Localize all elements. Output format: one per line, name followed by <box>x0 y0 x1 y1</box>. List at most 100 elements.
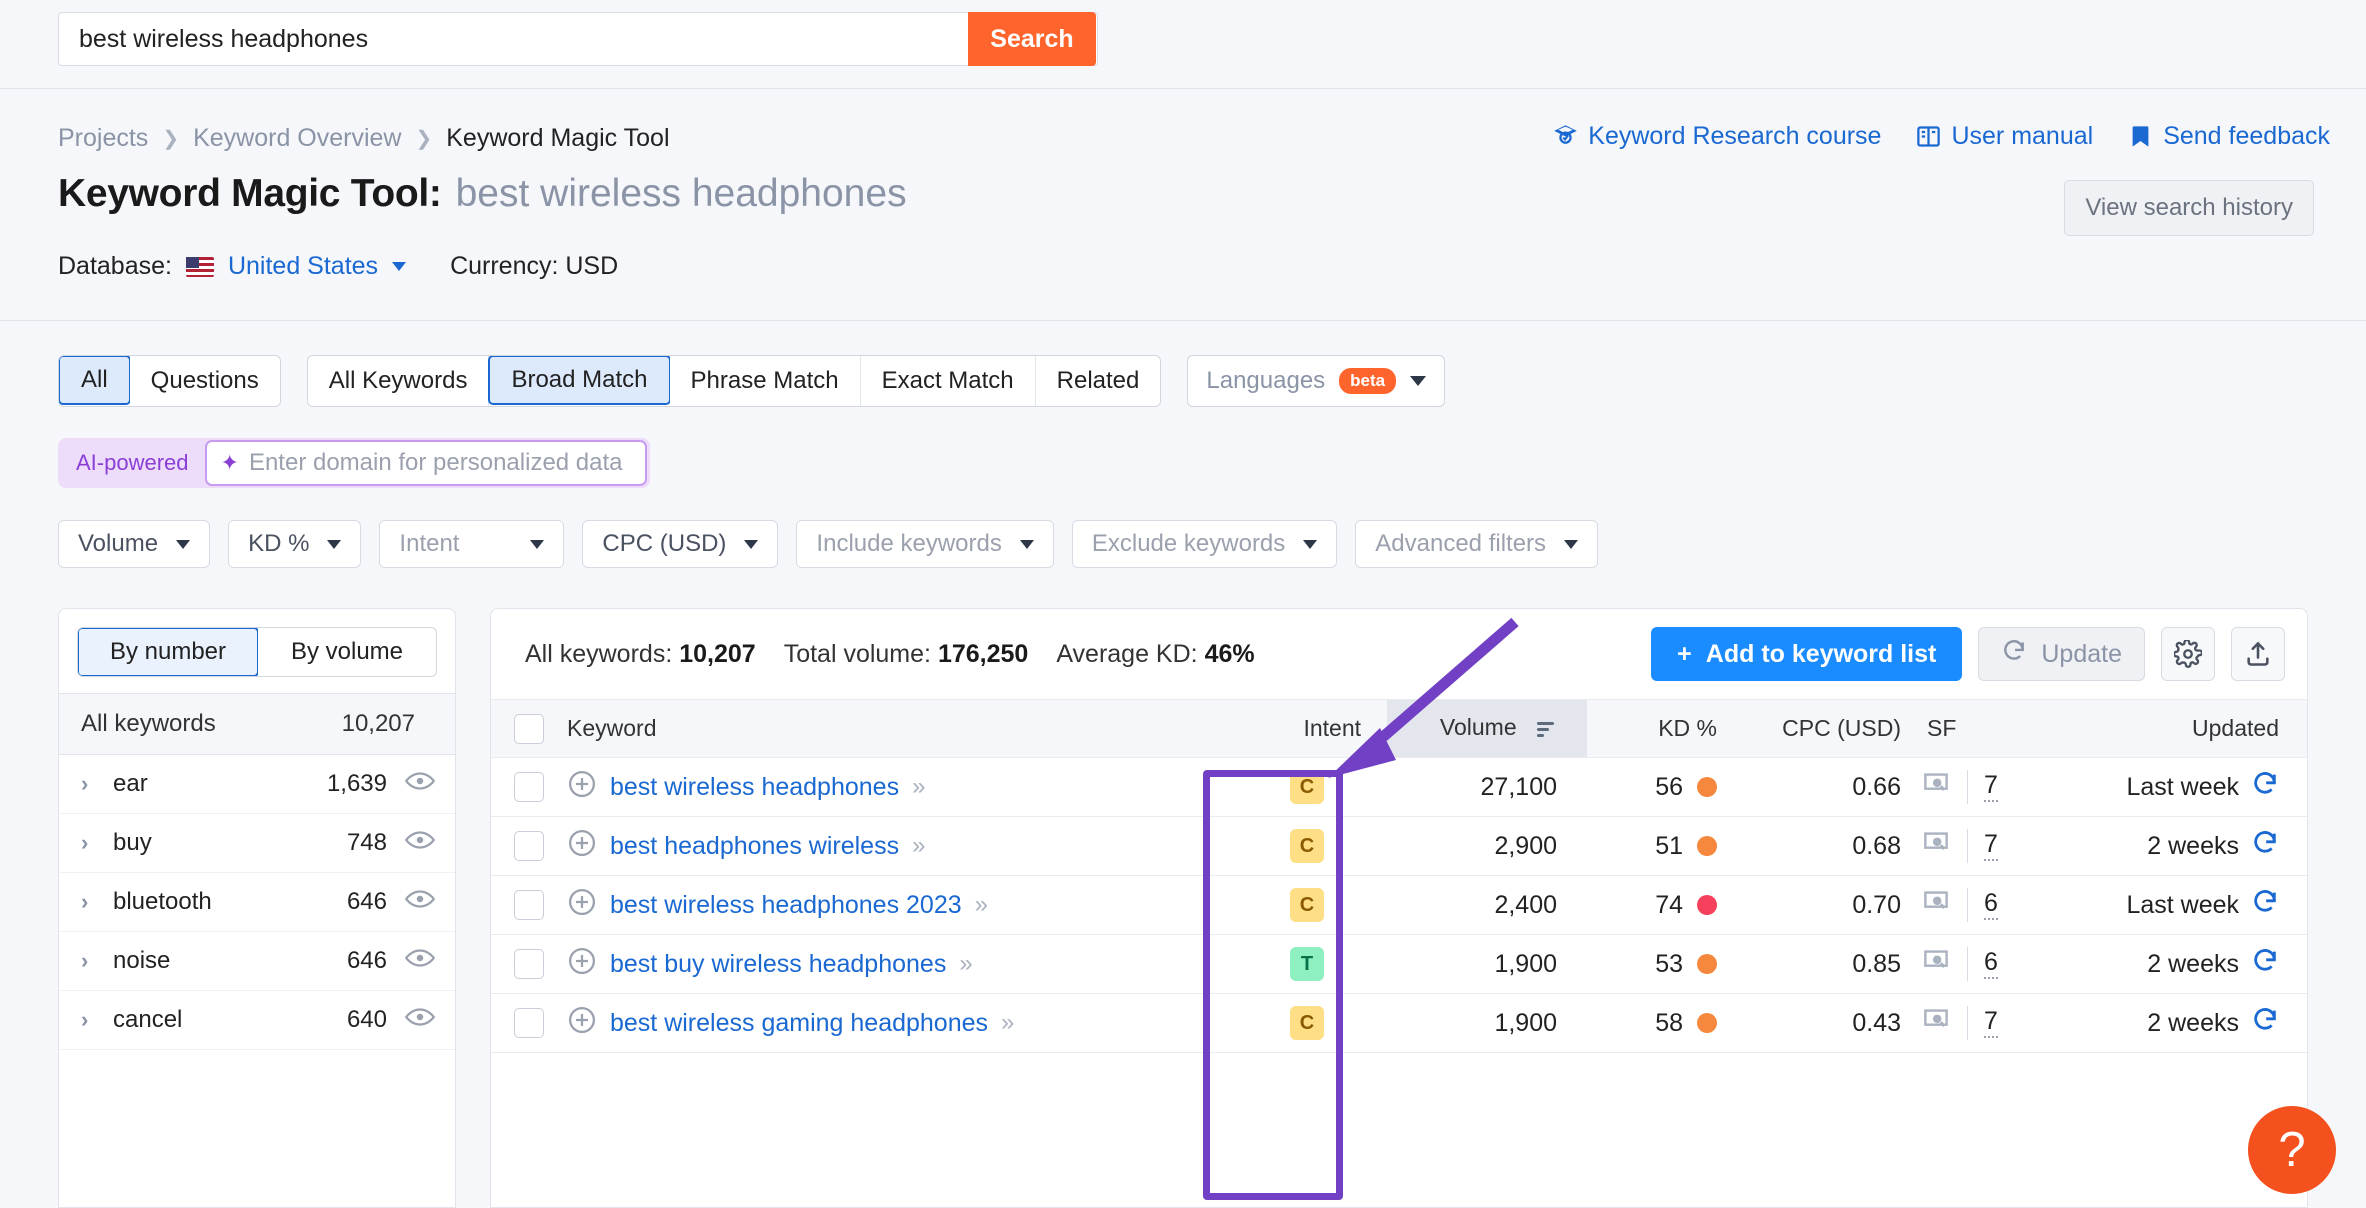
table-row[interactable]: best wireless headphones » C 27,100 56 0.66 7 L… <box>491 757 2307 817</box>
refresh-icon[interactable] <box>2251 770 2279 805</box>
search-box[interactable]: ✕ <box>58 12 1098 66</box>
table-row[interactable]: best buy wireless headphones » T 1,900 53 0.8… <box>491 934 2307 994</box>
breadcrumb-item-projects[interactable]: Projects <box>58 124 148 153</box>
column-header-keyword[interactable]: Keyword <box>567 699 1227 758</box>
chevron-right-icon[interactable]: › <box>81 1007 113 1033</box>
row-checkbox[interactable] <box>514 772 544 803</box>
database-select-value[interactable]: United States <box>228 252 378 281</box>
table-row[interactable]: best wireless gaming headphones » C 1,900 58… <box>491 993 2307 1053</box>
filter-advanced[interactable]: Advanced filters <box>1355 520 1599 568</box>
breadcrumb-item-keyword-overview[interactable]: Keyword Overview <box>193 124 401 153</box>
keyword-link[interactable]: best wireless headphones 2023 <box>610 891 962 920</box>
tab-all[interactable]: All <box>58 356 131 405</box>
table-row[interactable]: best headphones wireless » C 2,900 51 0.68 7 2 … <box>491 816 2307 876</box>
intent-badge[interactable]: C <box>1290 829 1324 863</box>
column-header-sf[interactable]: SF <box>1917 699 2057 758</box>
group-count: 748 <box>346 829 387 856</box>
keyword-link[interactable]: best wireless gaming headphones <box>610 1009 988 1038</box>
tab-broad-match[interactable]: Broad Match <box>488 356 671 405</box>
toggle-by-number[interactable]: By number <box>78 628 259 676</box>
tab-phrase-match[interactable]: Phrase Match <box>669 356 861 406</box>
refresh-icon[interactable] <box>2251 947 2279 982</box>
user-manual-link[interactable]: User manual <box>1915 122 2093 151</box>
double-chevron-right-icon[interactable]: » <box>959 950 972 978</box>
list-item[interactable]: › noise 646 <box>59 932 455 991</box>
domain-input[interactable]: ✦ Enter domain for personalized data <box>204 440 647 486</box>
tab-related[interactable]: Related <box>1035 356 1161 406</box>
filter-intent[interactable]: Intent <box>379 520 565 568</box>
tab-all-keywords[interactable]: All Keywords <box>307 356 490 406</box>
intent-badge[interactable]: C <box>1290 1006 1324 1040</box>
gear-icon[interactable] <box>2161 627 2215 681</box>
intent-badge[interactable]: C <box>1290 770 1324 804</box>
tab-exact-match[interactable]: Exact Match <box>860 356 1036 406</box>
serp-features-icon[interactable] <box>1921 830 1951 863</box>
toggle-by-volume[interactable]: By volume <box>258 628 436 676</box>
row-checkbox[interactable] <box>514 1008 544 1039</box>
add-keyword-icon[interactable] <box>567 1005 597 1042</box>
column-header-cpc[interactable]: CPC (USD) <box>1737 699 1917 758</box>
filter-include-keywords[interactable]: Include keywords <box>796 520 1054 568</box>
sort-icon[interactable] <box>1533 717 1557 744</box>
add-keyword-icon[interactable] <box>567 946 597 983</box>
update-button[interactable]: Update <box>1978 627 2145 681</box>
double-chevron-right-icon[interactable]: » <box>912 773 925 801</box>
row-checkbox[interactable] <box>514 949 544 980</box>
filter-kd[interactable]: KD % <box>228 520 362 568</box>
refresh-icon[interactable] <box>2251 888 2279 923</box>
filter-cpc[interactable]: CPC (USD) <box>582 520 779 568</box>
filter-exclude-keywords[interactable]: Exclude keywords <box>1071 520 1338 568</box>
column-header-volume[interactable]: Volume <box>1387 699 1587 758</box>
groups-all-keywords-row[interactable]: All keywords 10,207 <box>59 693 455 755</box>
languages-dropdown[interactable]: Languages beta <box>1187 355 1446 407</box>
serp-features-icon[interactable] <box>1921 771 1951 804</box>
select-all-checkbox[interactable] <box>514 713 544 744</box>
keyword-link[interactable]: best wireless headphones <box>610 773 899 802</box>
search-button[interactable]: Search <box>968 12 1096 66</box>
chevron-right-icon[interactable]: › <box>81 771 113 797</box>
chevron-right-icon[interactable]: › <box>81 889 113 915</box>
list-item[interactable]: › cancel 640 <box>59 991 455 1050</box>
double-chevron-right-icon[interactable]: » <box>1001 1009 1014 1037</box>
refresh-icon[interactable] <box>2251 829 2279 864</box>
column-header-intent[interactable]: Intent <box>1227 699 1387 758</box>
refresh-icon[interactable] <box>2251 1006 2279 1041</box>
eye-icon[interactable] <box>404 1006 436 1034</box>
search-input[interactable] <box>59 24 1055 54</box>
row-checkbox[interactable] <box>514 831 544 862</box>
intent-badge[interactable]: T <box>1290 947 1324 981</box>
serp-features-icon[interactable] <box>1921 1007 1951 1040</box>
keyword-link[interactable]: best buy wireless headphones <box>610 950 946 979</box>
column-header-updated[interactable]: Updated <box>2057 699 2307 758</box>
add-keyword-icon[interactable] <box>567 887 597 924</box>
eye-icon[interactable] <box>404 947 436 975</box>
serp-features-icon[interactable] <box>1921 948 1951 981</box>
eye-icon[interactable] <box>404 829 436 857</box>
keyword-link[interactable]: best headphones wireless <box>610 832 899 861</box>
add-keyword-icon[interactable] <box>567 769 597 806</box>
view-search-history-button[interactable]: View search history <box>2064 180 2314 236</box>
keyword-research-course-link[interactable]: Keyword Research course <box>1552 122 1881 151</box>
export-icon[interactable] <box>2231 627 2285 681</box>
list-item[interactable]: › ear 1,639 <box>59 755 455 814</box>
serp-features-icon[interactable] <box>1921 889 1951 922</box>
chevron-right-icon[interactable]: › <box>81 830 113 856</box>
table-row[interactable]: best wireless headphones 2023 » C 2,400 74 0.… <box>491 875 2307 935</box>
help-button[interactable]: ? <box>2248 1106 2336 1194</box>
list-item[interactable]: › bluetooth 646 <box>59 873 455 932</box>
list-item[interactable]: › buy 748 <box>59 814 455 873</box>
filter-volume[interactable]: Volume <box>58 520 211 568</box>
add-to-keyword-list-button[interactable]: + Add to keyword list <box>1651 627 1963 681</box>
chevron-right-icon[interactable]: › <box>81 948 113 974</box>
eye-icon[interactable] <box>404 770 436 798</box>
chevron-down-icon[interactable] <box>392 262 407 271</box>
column-header-kd[interactable]: KD % <box>1587 699 1737 758</box>
send-feedback-link[interactable]: Send feedback <box>2127 122 2330 151</box>
add-keyword-icon[interactable] <box>567 828 597 865</box>
tab-questions[interactable]: Questions <box>129 356 280 406</box>
intent-badge[interactable]: C <box>1290 888 1324 922</box>
double-chevron-right-icon[interactable]: » <box>912 832 925 860</box>
row-checkbox[interactable] <box>514 890 544 921</box>
eye-icon[interactable] <box>404 888 436 916</box>
double-chevron-right-icon[interactable]: » <box>975 891 988 919</box>
